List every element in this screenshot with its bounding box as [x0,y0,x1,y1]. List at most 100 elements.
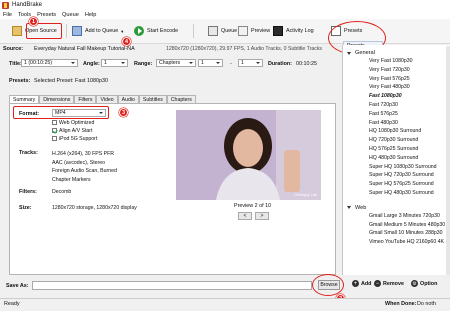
add-label: Add [361,280,372,287]
menu-queue[interactable]: Queue [62,12,79,18]
svg-text:Chrisspy Life: Chrisspy Life [294,192,318,197]
track-item: Foreign Audio Scan, Burned [52,168,117,175]
preset-item[interactable]: Super HQ 480p30 Surround [343,189,450,198]
tab-summary[interactable]: Summary [9,95,40,103]
menu-tools[interactable]: Tools [18,12,31,18]
tab-dimensions[interactable]: Dimensions [39,95,75,103]
preset-item[interactable]: HQ 480p30 Surround [343,154,450,163]
range-from-value: 1 [201,60,204,66]
range-label: Range: [134,61,153,67]
preset-item[interactable]: HQ 720p30 Surround [343,136,450,145]
preview-prev-button[interactable]: < [238,212,252,220]
title-label: Title: [9,61,22,67]
callout-format-highlight [13,106,109,119]
preset-item[interactable]: Very Fast 1080p30 [343,57,450,66]
tab-video[interactable]: Video [96,95,118,103]
preset-item[interactable]: Super HQ 576p25 Surround [343,180,450,189]
handbrake-app-icon [2,1,9,9]
align-av-checkbox[interactable] [52,128,57,134]
presets-row-label: Presets: [9,78,31,84]
chevron-down-icon [121,62,125,64]
presets-scrollbar[interactable] [446,46,450,275]
ipod-label: iPod 5G Support [59,136,98,142]
preset-group-general[interactable]: General [343,49,450,57]
preset-item[interactable]: Very Fast 720p30 [343,66,450,75]
queue-label: Queue [221,28,238,34]
chevron-down-icon[interactable]: ▼ [120,29,124,34]
callout-badge-3: 3 [119,108,128,117]
preset-item[interactable]: Super HQ 720p30 Surround [343,171,450,180]
menu-help[interactable]: Help [85,12,97,18]
preset-item[interactable]: HQ 1080p30 Surround [343,127,450,136]
add-preset-button[interactable]: + Add [352,280,371,287]
web-optimized-label: Web Optimized [59,120,95,126]
callout-browse-highlight [312,274,344,296]
track-item: AAC (avcodec), Stereo [52,159,106,166]
remove-label: Remove [383,280,404,287]
tab-filters[interactable]: Filters [74,95,97,103]
callout-badge-1: 1 [29,17,38,26]
preset-item[interactable]: Gmail Small 10 Minutes 288p30 [343,229,450,238]
preset-item[interactable]: Gmail Large 3 Minutes 720p30 [343,212,450,221]
preset-item[interactable]: HQ 576p25 Surround [343,145,450,154]
menu-file[interactable]: File [3,12,12,18]
title-bar: HandBrake [0,0,450,10]
toolbar-separator [66,24,67,38]
align-av-option[interactable]: Align A/V Start [52,128,92,134]
title-select[interactable]: 1 (00:10:25) [21,59,78,67]
angle-select[interactable]: 1 [101,59,128,67]
tracks-list: H.264 (x264), 30 FPS PFR AAC (avcodec), … [52,150,117,184]
preset-group-label: Web [355,204,367,211]
start-encode-button[interactable]: Start Encode [134,24,178,38]
add-to-queue-button[interactable]: Add to Queue ▼ [72,24,124,38]
chevron-down-icon [347,206,351,210]
preset-item[interactable]: Very Fast 480p30 [343,83,450,92]
queue-icon [208,26,218,36]
save-as-label: Save As: [6,283,29,289]
menu-presets[interactable]: Presets [37,12,56,18]
callout-badge-4: 4 [122,37,131,46]
preview-icon [238,26,248,36]
preset-item[interactable]: Fast 480p30 [343,119,450,128]
range-dash: - [230,61,232,67]
web-optimized-option[interactable]: Web Optimized [52,120,94,126]
preview-button[interactable]: Preview [238,24,270,38]
status-text: Ready [4,301,20,307]
tab-subtitles[interactable]: Subtitles [138,95,167,103]
preset-options-button[interactable]: ⚙ Option [411,280,437,287]
preview-label: Preview [251,28,271,34]
preset-item-selected[interactable]: Fast 1080p30 [343,92,450,101]
tab-audio[interactable]: Audio [117,95,139,103]
preset-item[interactable]: Vimeo YouTube HQ 2160p60 4K [343,238,450,247]
range-type-value: Chapters [159,60,181,66]
preset-item[interactable]: Gmail Medium 5 Minutes 480p30 [343,221,450,230]
when-done-select[interactable]: Do noth [417,301,436,307]
preset-item[interactable]: Fast 576p25 [343,110,450,119]
preview-next-button[interactable]: > [255,212,269,220]
save-as-input[interactable] [32,281,312,290]
web-optimized-checkbox[interactable] [52,120,57,126]
minus-icon: − [374,280,381,287]
tab-chapters[interactable]: Chapters [166,95,196,103]
range-to-select[interactable]: 1 [238,59,263,67]
preset-item[interactable]: Very Fast 576p25 [343,75,450,84]
preset-item[interactable]: Super HQ 1080p30 Surround [343,163,450,172]
title-value: 1 (00:10:25) [24,60,52,66]
queue-button[interactable]: Queue [208,24,237,38]
angle-label: Angle: [83,61,100,67]
plus-icon: + [352,280,359,287]
ipod-checkbox[interactable] [52,136,57,142]
track-item: H.264 (x264), 30 FPS PFR [52,151,114,157]
preset-group-label: General [355,50,375,56]
range-type-select[interactable]: Chapters [156,59,196,67]
preset-item[interactable]: Fast 720p30 [343,101,450,110]
remove-preset-button[interactable]: − Remove [374,280,404,287]
ipod-option[interactable]: iPod 5G Support [52,136,97,142]
range-from-select[interactable]: 1 [198,59,223,67]
activity-log-label: Activity Log [286,28,314,34]
source-name: Everyday Natural Fall Makeup Tutorial-NA [34,46,135,52]
activity-log-button[interactable]: Activity Log [273,24,314,38]
chevron-down-icon [256,62,260,64]
gear-icon: ⚙ [411,280,418,287]
preset-group-web[interactable]: Web [343,204,450,212]
